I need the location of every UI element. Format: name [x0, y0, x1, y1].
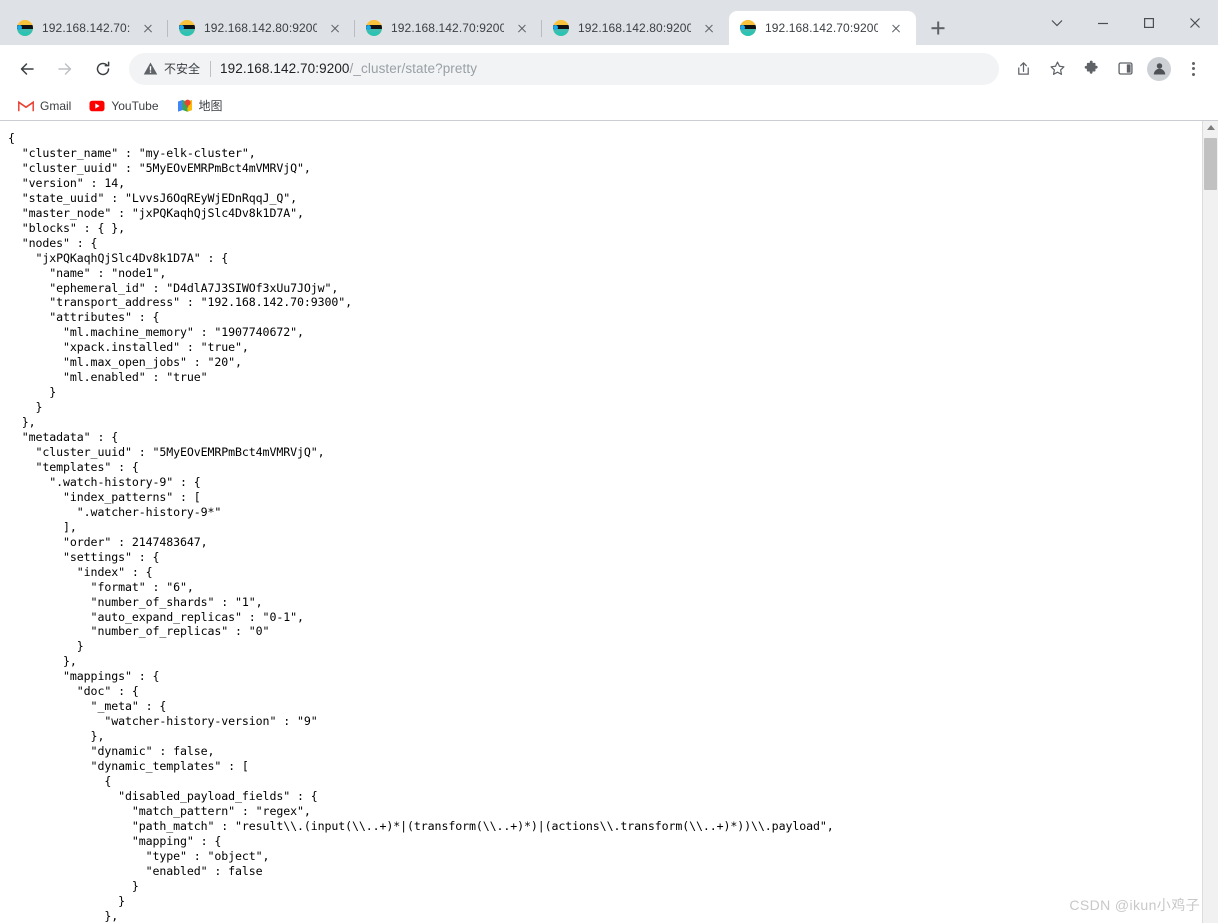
scrollbar-thumb[interactable]	[1204, 138, 1217, 190]
url-text: 192.168.142.70:9200/_cluster/state?prett…	[220, 61, 477, 76]
close-icon[interactable]	[514, 20, 530, 36]
reload-button[interactable]	[87, 53, 119, 85]
browser-tab-1[interactable]: 192.168.142.70:9200	[6, 11, 168, 45]
elasticsearch-icon	[366, 20, 382, 36]
bookmark-maps[interactable]: 地图	[169, 94, 231, 117]
minimize-icon[interactable]	[1080, 0, 1126, 45]
bookmarks-bar: Gmail YouTube 地图	[0, 92, 1218, 120]
browser-tab-3[interactable]: 192.168.142.70:9200/	[355, 11, 542, 45]
elasticsearch-icon	[17, 20, 33, 36]
tab-strip: 192.168.142.70:9200 192.168.142.80:9200 …	[0, 0, 1218, 45]
cluster-state-json: { "cluster_name" : "my-elk-cluster", "cl…	[8, 131, 834, 923]
new-tab-button[interactable]	[924, 14, 952, 42]
tab-title: 192.168.142.70:9200/	[391, 21, 504, 35]
browser-window: 192.168.142.70:9200 192.168.142.80:9200 …	[0, 0, 1218, 923]
tab-title: 192.168.142.70:9200	[42, 21, 130, 35]
elasticsearch-icon	[740, 20, 756, 36]
gmail-icon	[18, 98, 34, 114]
side-panel-icon[interactable]	[1111, 55, 1139, 83]
maximize-icon[interactable]	[1126, 0, 1172, 45]
close-window-icon[interactable]	[1172, 0, 1218, 45]
omnibox-divider	[210, 60, 212, 77]
maps-icon	[177, 98, 193, 114]
avatar	[1147, 56, 1171, 81]
back-button[interactable]	[11, 53, 43, 85]
elasticsearch-icon	[553, 20, 569, 36]
forward-button[interactable]	[49, 53, 81, 85]
bookmark-label: Gmail	[40, 98, 72, 113]
browser-tab-2[interactable]: 192.168.142.80:9200	[168, 11, 355, 45]
vertical-scrollbar[interactable]	[1202, 121, 1218, 923]
watermark: CSDN @ikun小鸡子	[1069, 897, 1200, 913]
elasticsearch-icon	[179, 20, 195, 36]
chrome-menu-button[interactable]	[1179, 55, 1207, 83]
close-icon[interactable]	[701, 20, 717, 36]
close-icon[interactable]	[888, 20, 904, 36]
bookmark-label: 地图	[198, 99, 223, 113]
scroll-up-arrow-icon[interactable]	[1206, 125, 1215, 130]
close-icon[interactable]	[140, 20, 156, 36]
bookmark-label: YouTube	[111, 98, 159, 113]
bookmark-star-icon[interactable]	[1043, 55, 1071, 83]
kebab-icon	[1181, 57, 1205, 81]
tab-title: 192.168.142.70:9200/	[765, 21, 878, 35]
tab-title: 192.168.142.80:9200/	[578, 21, 691, 35]
bookmark-gmail[interactable]: Gmail	[10, 95, 79, 117]
browser-toolbar: 不安全 192.168.142.70:9200/_cluster/state?p…	[0, 45, 1218, 92]
security-status-text: 不安全	[164, 62, 201, 76]
window-controls	[1034, 0, 1218, 45]
tab-title: 192.168.142.80:9200	[204, 21, 317, 35]
tab-search-icon[interactable]	[1034, 0, 1080, 45]
url-path: /_cluster/state?pretty	[349, 61, 478, 76]
browser-tab-5-active[interactable]: 192.168.142.70:9200/	[729, 11, 916, 45]
bookmark-youtube[interactable]: YouTube	[81, 95, 166, 117]
youtube-icon	[89, 98, 105, 114]
browser-tab-4[interactable]: 192.168.142.80:9200/	[542, 11, 729, 45]
page-viewport: { "cluster_name" : "my-elk-cluster", "cl…	[0, 120, 1218, 923]
address-bar[interactable]: 不安全 192.168.142.70:9200/_cluster/state?p…	[129, 52, 999, 85]
profile-avatar[interactable]	[1145, 55, 1173, 83]
url-host: 192.168.142.70:9200	[220, 61, 350, 76]
close-icon[interactable]	[327, 20, 343, 36]
share-icon[interactable]	[1009, 55, 1037, 83]
not-secure-warning-icon	[143, 61, 158, 76]
extensions-puzzle-icon[interactable]	[1077, 55, 1105, 83]
